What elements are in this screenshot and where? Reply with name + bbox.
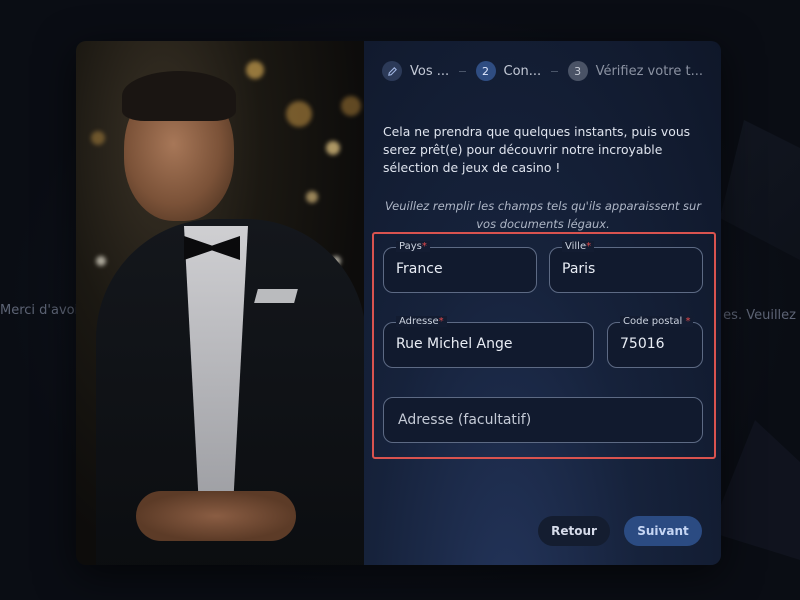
back-button[interactable]: Retour	[538, 516, 610, 546]
legal-note: Veuillez remplir les champs tels qu'ils …	[384, 199, 702, 231]
field-label: Ville*	[562, 241, 595, 252]
background-message: Merci d'avoir patienter...	[0, 303, 80, 318]
address-optional-placeholder: Adresse (facultatif)	[398, 412, 532, 428]
step-connector	[459, 70, 466, 72]
country-field[interactable]: Pays* France	[383, 241, 537, 293]
intro-text: Cela ne prendra que quelques instants, p…	[383, 124, 691, 175]
country-value: France	[396, 261, 443, 277]
step-2[interactable]: 2 Con...	[475, 61, 542, 81]
field-label: Pays*	[396, 241, 430, 252]
postal-code-value: 75016	[620, 336, 665, 352]
postal-code-field[interactable]: Code postal * 75016	[607, 316, 703, 368]
address-optional-field[interactable]: Adresse (facultatif)	[383, 397, 703, 443]
step-label: Vérifiez votre t...	[595, 63, 703, 79]
step-label: Vos ...	[410, 63, 450, 79]
step-3[interactable]: 3 Vérifiez votre t...	[567, 61, 703, 81]
step-1[interactable]: Vos ...	[382, 61, 449, 81]
pencil-icon	[382, 61, 402, 81]
background-message-right: es. Veuillez	[723, 308, 796, 323]
step-label: Con...	[503, 63, 542, 79]
registration-modal: Vos ... 2 Con... 3 Vérifiez votre t... C…	[76, 41, 721, 565]
field-label: Adresse*	[396, 316, 447, 327]
step-number: 3	[567, 61, 588, 81]
field-label: Code postal *	[620, 316, 694, 327]
address-value: Rue Michel Ange	[396, 336, 513, 352]
next-button[interactable]: Suivant	[624, 516, 702, 546]
city-value: Paris	[562, 261, 596, 277]
address-field[interactable]: Adresse* Rue Michel Ange	[383, 316, 594, 368]
stepper: Vos ... 2 Con... 3 Vérifiez votre t...	[382, 61, 703, 81]
hero-photo	[76, 41, 364, 565]
city-field[interactable]: Ville* Paris	[549, 241, 703, 293]
step-connector	[551, 70, 558, 72]
form-panel: Vos ... 2 Con... 3 Vérifiez votre t... C…	[364, 41, 721, 565]
step-number: 2	[475, 61, 496, 81]
